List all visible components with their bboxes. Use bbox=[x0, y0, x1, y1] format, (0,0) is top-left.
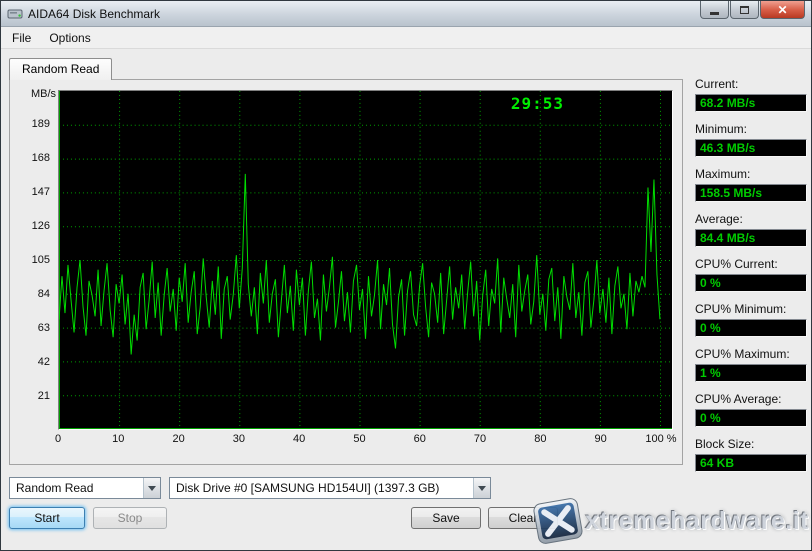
start-button[interactable]: Start bbox=[9, 507, 85, 529]
x-tick-label: 10 bbox=[112, 433, 124, 445]
drive-select[interactable]: Disk Drive #0 [SAMSUNG HD154UI] (1397.3 … bbox=[169, 477, 491, 499]
y-tick-label: 21 bbox=[10, 390, 54, 402]
stat-value: 84.4 MB/s bbox=[695, 229, 807, 247]
tab-random-read[interactable]: Random Read bbox=[9, 58, 112, 80]
stat-label: Minimum: bbox=[695, 122, 807, 136]
y-tick-label: 63 bbox=[10, 322, 54, 334]
stat-value: 158.5 MB/s bbox=[695, 184, 807, 202]
chevron-down-icon bbox=[148, 486, 156, 491]
stat-label: Block Size: bbox=[695, 437, 807, 451]
benchmark-area: Random Read MB/s 18916814712610584634221… bbox=[9, 49, 683, 551]
minimize-icon bbox=[710, 12, 719, 15]
chevron-down-icon bbox=[478, 486, 486, 491]
y-tick-label: 105 bbox=[10, 254, 54, 266]
y-axis-labels: 189 168 147 126 105 84 63 42 21 bbox=[10, 80, 54, 464]
main-content: Random Read MB/s 18916814712610584634221… bbox=[1, 49, 811, 551]
stat-label: Maximum: bbox=[695, 167, 807, 181]
x-tick-label: 30 bbox=[233, 433, 245, 445]
action-row: Start Stop Save Clear bbox=[9, 507, 683, 529]
x-tick-label: 100 % bbox=[645, 433, 676, 445]
selector-row: Random Read Disk Drive #0 [SAMSUNG HD154… bbox=[9, 477, 683, 499]
x-tick-label: 0 bbox=[55, 433, 61, 445]
stat-label: CPU% Average: bbox=[695, 392, 807, 406]
stat-value: 46.3 MB/s bbox=[695, 139, 807, 157]
test-type-value: Random Read bbox=[10, 481, 143, 495]
stat-cpu-minimum: CPU% Minimum: 0 % bbox=[695, 302, 807, 337]
drive-select-value: Disk Drive #0 [SAMSUNG HD154UI] (1397.3 … bbox=[170, 481, 473, 495]
tab-bar: Random Read bbox=[9, 57, 683, 79]
stat-label: CPU% Current: bbox=[695, 257, 807, 271]
menubar: File Options bbox=[1, 27, 811, 49]
stat-average: Average: 84.4 MB/s bbox=[695, 212, 807, 247]
menu-item-options[interactable]: Options bbox=[40, 28, 99, 48]
minimize-button[interactable] bbox=[700, 1, 729, 19]
maximize-button[interactable] bbox=[730, 1, 759, 19]
stat-maximum: Maximum: 158.5 MB/s bbox=[695, 167, 807, 202]
stat-value: 1 % bbox=[695, 364, 807, 382]
stat-value: 64 KB bbox=[695, 454, 807, 472]
app-window: AIDA64 Disk Benchmark ✕ File Options Ran… bbox=[0, 0, 812, 551]
clear-button[interactable]: Clear bbox=[488, 507, 558, 529]
save-button[interactable]: Save bbox=[411, 507, 481, 529]
x-tick-label: 50 bbox=[353, 433, 365, 445]
x-tick-label: 60 bbox=[414, 433, 426, 445]
y-tick-label: 42 bbox=[10, 356, 54, 368]
close-icon: ✕ bbox=[777, 3, 787, 17]
titlebar: AIDA64 Disk Benchmark ✕ bbox=[1, 1, 811, 27]
stat-label: Current: bbox=[695, 77, 807, 91]
stat-label: CPU% Minimum: bbox=[695, 302, 807, 316]
test-type-dropdown-button[interactable] bbox=[143, 478, 160, 498]
test-type-select[interactable]: Random Read bbox=[9, 477, 161, 499]
y-tick-label: 147 bbox=[10, 186, 54, 198]
x-tick-label: 90 bbox=[595, 433, 607, 445]
stat-value: 0 % bbox=[695, 319, 807, 337]
stat-value: 0 % bbox=[695, 274, 807, 292]
chart-panel: MB/s 18916814712610584634221 29:53 01020… bbox=[9, 79, 683, 465]
x-axis-labels: 0 10 20 30 40 50 60 70 80 90 100 % bbox=[58, 433, 673, 447]
maximize-icon bbox=[740, 6, 749, 14]
drive-dropdown-button[interactable] bbox=[473, 478, 490, 498]
stat-value: 0 % bbox=[695, 409, 807, 427]
window-title: AIDA64 Disk Benchmark bbox=[28, 7, 160, 21]
app-disk-icon bbox=[7, 6, 23, 22]
x-tick-label: 20 bbox=[172, 433, 184, 445]
stat-cpu-maximum: CPU% Maximum: 1 % bbox=[695, 347, 807, 382]
x-tick-label: 40 bbox=[293, 433, 305, 445]
stats-panel: Current: 68.2 MB/s Minimum: 46.3 MB/s Ma… bbox=[695, 49, 807, 551]
x-tick-label: 80 bbox=[534, 433, 546, 445]
close-button[interactable]: ✕ bbox=[760, 1, 805, 19]
plot-area: 29:53 bbox=[58, 90, 673, 430]
stop-button[interactable]: Stop bbox=[93, 507, 167, 529]
menu-item-file[interactable]: File bbox=[3, 28, 40, 48]
stat-cpu-current: CPU% Current: 0 % bbox=[695, 257, 807, 292]
x-tick-label: 70 bbox=[474, 433, 486, 445]
stat-cpu-average: CPU% Average: 0 % bbox=[695, 392, 807, 427]
y-tick-label: 189 bbox=[10, 118, 54, 130]
stat-current: Current: 68.2 MB/s bbox=[695, 77, 807, 112]
stat-label: CPU% Maximum: bbox=[695, 347, 807, 361]
y-tick-label: 84 bbox=[10, 288, 54, 300]
y-tick-label: 168 bbox=[10, 152, 54, 164]
stat-value: 68.2 MB/s bbox=[695, 94, 807, 112]
elapsed-time: 29:53 bbox=[511, 94, 564, 113]
stat-minimum: Minimum: 46.3 MB/s bbox=[695, 122, 807, 157]
benchmark-plot-svg bbox=[59, 91, 672, 429]
y-tick-label: 126 bbox=[10, 220, 54, 232]
stat-block-size: Block Size: 64 KB bbox=[695, 437, 807, 472]
stat-label: Average: bbox=[695, 212, 807, 226]
